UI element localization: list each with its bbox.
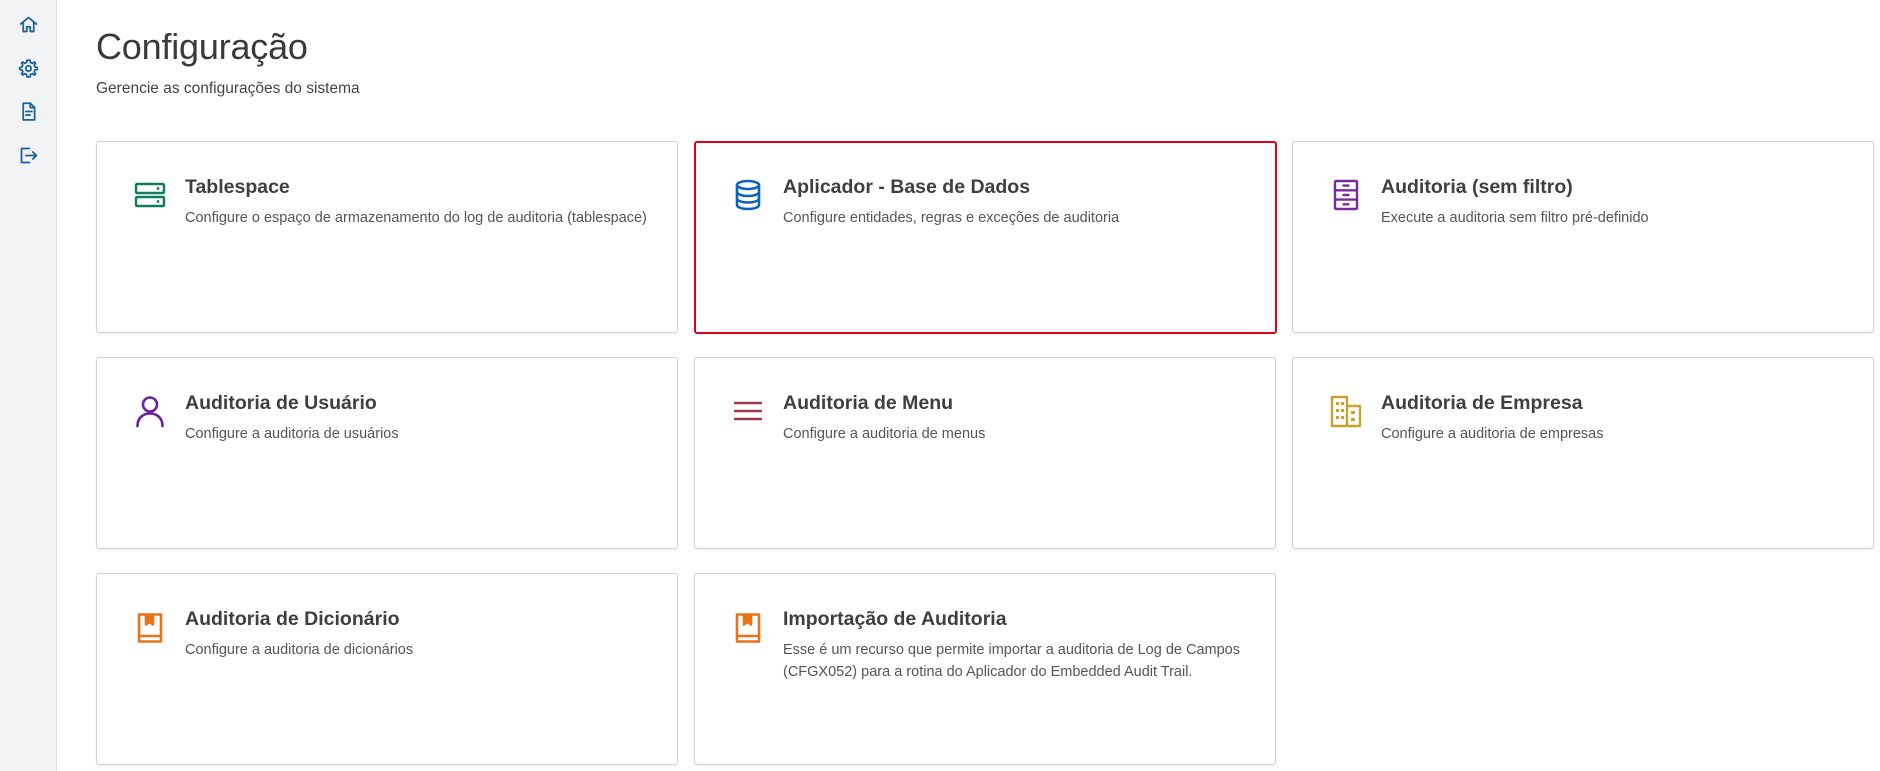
sidebar-item-home[interactable]: [14, 10, 42, 38]
page-subtitle: Gerencie as configurações do sistema: [96, 80, 360, 97]
card-title: Auditoria de Empresa: [1381, 392, 1583, 414]
home-icon: [19, 16, 37, 32]
sidebar-item-documents[interactable]: [14, 97, 42, 125]
page-title: Configuração: [96, 26, 308, 67]
card-description: Configure o espaço de armazenamento do l…: [185, 210, 647, 226]
card-aplicador-base-de-dados[interactable]: Aplicador - Base de Dados Configure enti…: [694, 141, 1277, 334]
card-title: Auditoria de Dicionário: [185, 608, 400, 630]
card-description: Configure entidades, regras e exceções d…: [783, 210, 1120, 226]
cabinet-icon: [1329, 178, 1363, 212]
card-title: Importação de Auditoria: [783, 608, 1007, 630]
card-title: Auditoria (sem filtro): [1381, 176, 1573, 198]
sidebar: [0, 0, 57, 771]
card-importacao-de-auditoria[interactable]: Importação de Auditoria Esse é um recurs…: [694, 573, 1276, 765]
user-icon: [133, 394, 167, 428]
card-description: Execute a auditoria sem filtro pré-defin…: [1381, 210, 1649, 226]
database-icon: [731, 178, 765, 212]
book-icon: [731, 610, 765, 644]
card-description: Configure a auditoria de empresas: [1381, 426, 1604, 442]
card-auditoria-de-usuario[interactable]: Auditoria de Usuário Configure a auditor…: [96, 357, 678, 549]
card-title: Aplicador - Base de Dados: [783, 176, 1031, 198]
card-description: Configure a auditoria de usuários: [185, 426, 399, 442]
card-description: Esse é um recurso que permite importar a…: [783, 642, 1240, 680]
card-tablespace[interactable]: Tablespace Configure o espaço de armazen…: [96, 141, 678, 333]
menu-icon: [731, 394, 765, 428]
card-description: Configure a auditoria de dicionários: [185, 642, 414, 658]
card-title: Tablespace: [185, 176, 290, 198]
document-icon: [21, 101, 35, 121]
sidebar-item-logout[interactable]: [14, 141, 42, 169]
gear-icon: [18, 58, 38, 78]
card-auditoria-de-menu[interactable]: Auditoria de Menu Configure a auditoria …: [694, 357, 1276, 549]
logout-icon: [20, 147, 37, 163]
server-icon: [133, 178, 167, 212]
card-auditoria-de-dicionario[interactable]: Auditoria de Dicionário Configure a audi…: [96, 573, 678, 765]
book-icon: [133, 610, 167, 644]
sidebar-item-settings[interactable]: [14, 54, 42, 82]
card-auditoria-sem-filtro[interactable]: Auditoria (sem filtro) Execute a auditor…: [1292, 141, 1874, 333]
card-title: Auditoria de Usuário: [185, 392, 377, 414]
app-window: Configuração Gerencie as configurações d…: [0, 0, 1880, 771]
card-description: Configure a auditoria de menus: [783, 426, 986, 442]
building-icon: [1329, 394, 1363, 428]
card-title: Auditoria de Menu: [783, 392, 954, 414]
card-auditoria-de-empresa[interactable]: Auditoria de Empresa Configure a auditor…: [1292, 357, 1874, 549]
